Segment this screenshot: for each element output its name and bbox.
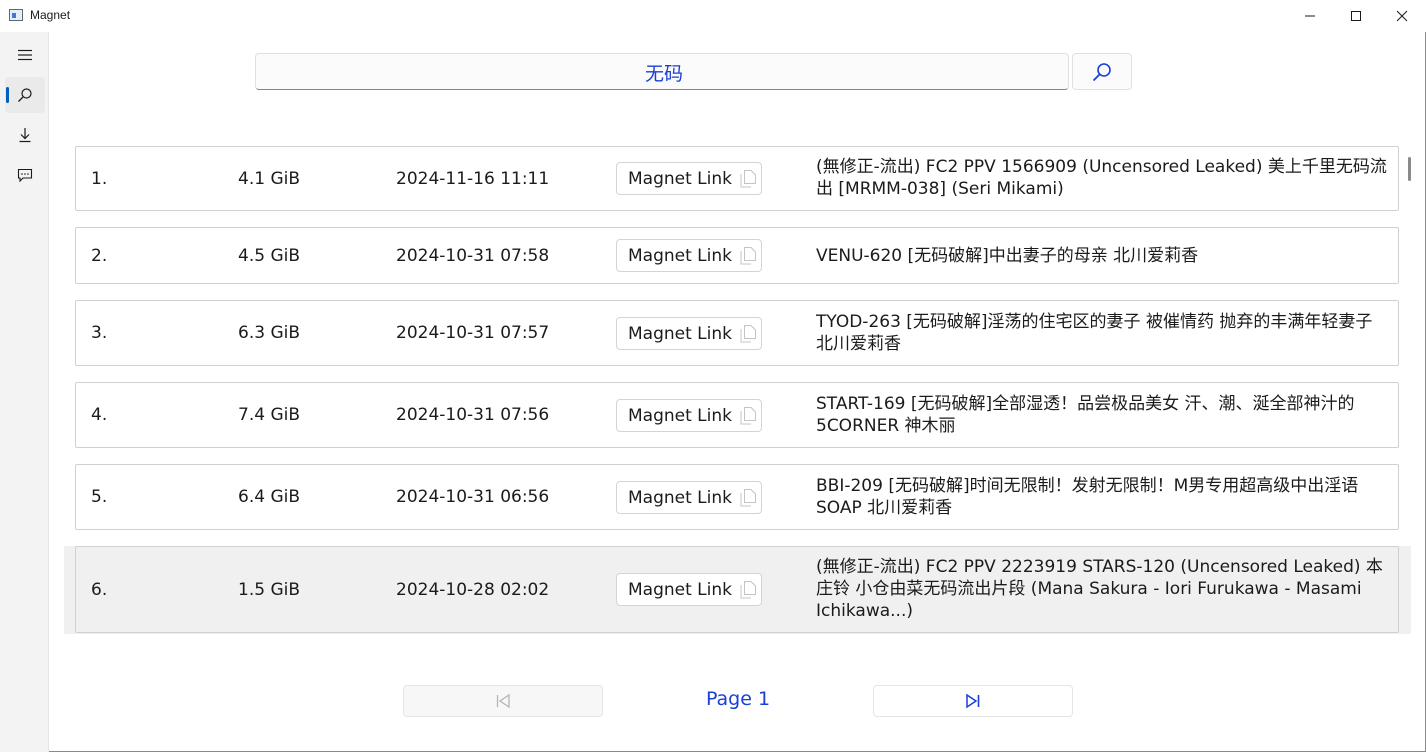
- minimize-button[interactable]: [1287, 0, 1333, 32]
- download-icon: [19, 128, 31, 143]
- result-row[interactable]: 3. 6.3 GiB 2024-10-31 07:57 Magnet Link …: [75, 300, 1399, 366]
- result-size: 1.5 GiB: [238, 580, 300, 600]
- page-indicator: Page 1: [705, 688, 771, 710]
- result-row[interactable]: 5. 6.4 GiB 2024-10-31 06:56 Magnet Link …: [75, 464, 1399, 530]
- first-page-button[interactable]: [403, 685, 603, 717]
- magnet-link-label: Magnet Link: [628, 168, 732, 189]
- menu-toggle-button[interactable]: [5, 37, 45, 73]
- result-title: TYOD-263 [无码破解]淫荡的住宅区的妻子 被催情药 抛弃的丰满年轻妻子 …: [816, 312, 1373, 354]
- navigation-rail: [0, 32, 49, 752]
- result-size: 7.4 GiB: [238, 405, 300, 425]
- next-page-button[interactable]: [873, 685, 1073, 717]
- magnet-link-label: Magnet Link: [628, 323, 732, 344]
- result-date: 2024-10-28 02:02: [396, 580, 550, 600]
- result-date: 2024-10-31 07:56: [396, 405, 550, 425]
- list-scrollbar[interactable]: [1408, 157, 1411, 181]
- nav-item-downloads[interactable]: [5, 117, 45, 153]
- magnet-link-label: Magnet Link: [628, 405, 732, 426]
- close-icon: [1396, 10, 1408, 22]
- result-row[interactable]: 6. 1.5 GiB 2024-10-28 02:02 Magnet Link …: [75, 546, 1399, 633]
- window-frame: [0, 0, 1426, 752]
- magnet-link-button[interactable]: Magnet Link: [616, 239, 762, 272]
- magnet-link-button[interactable]: Magnet Link: [616, 399, 762, 432]
- app-icon: [9, 9, 23, 21]
- result-index: 5.: [91, 487, 108, 507]
- search-button[interactable]: [1072, 53, 1132, 90]
- result-row[interactable]: 2. 4.5 GiB 2024-10-31 07:58 Magnet Link …: [75, 227, 1399, 284]
- copy-icon: [740, 407, 756, 425]
- result-size: 6.4 GiB: [238, 487, 300, 507]
- result-title: VENU-620 [无码破解]中出妻子的母亲 北川爱莉香: [816, 246, 1199, 266]
- search-icon: [18, 88, 32, 102]
- result-index: 1.: [91, 169, 108, 189]
- result-title: (無修正-流出) FC2 PPV 1566909 (Uncensored Lea…: [816, 157, 1387, 199]
- result-row[interactable]: 4. 7.4 GiB 2024-10-31 07:56 Magnet Link …: [75, 382, 1399, 448]
- feedback-icon: [17, 168, 33, 183]
- magnet-link-label: Magnet Link: [628, 245, 732, 266]
- magnet-link-button[interactable]: Magnet Link: [616, 481, 762, 514]
- copy-icon: [740, 489, 756, 507]
- copy-icon: [740, 170, 756, 188]
- search-icon: [1092, 62, 1111, 81]
- result-index: 4.: [91, 405, 108, 425]
- result-date: 2024-10-31 07:58: [396, 246, 550, 266]
- result-title: START-169 [无码破解]全部湿透！品尝极品美女 汗、潮、涎全部神汁的5C…: [816, 394, 1355, 436]
- title-bar: Magnet: [0, 0, 1426, 32]
- hamburger-menu-icon: [18, 49, 32, 61]
- magnet-link-label: Magnet Link: [628, 579, 732, 600]
- copy-icon: [740, 247, 756, 265]
- copy-icon: [740, 581, 756, 599]
- result-index: 3.: [91, 323, 108, 343]
- result-title: (無修正-流出) FC2 PPV 2223919 STARS-120 (Unce…: [816, 557, 1383, 621]
- result-row[interactable]: 1. 4.1 GiB 2024-11-16 11:11 Magnet Link …: [75, 146, 1399, 211]
- window-title: Magnet: [30, 8, 71, 22]
- result-date: 2024-10-31 06:56: [396, 487, 550, 507]
- result-date: 2024-10-31 07:57: [396, 323, 550, 343]
- result-size: 4.1 GiB: [238, 169, 300, 189]
- search-box: [255, 53, 1072, 91]
- active-nav-indicator: [6, 87, 9, 103]
- magnet-link-button[interactable]: Magnet Link: [616, 573, 762, 606]
- nav-item-feedback[interactable]: [5, 157, 45, 193]
- magnet-link-button[interactable]: Magnet Link: [616, 317, 762, 350]
- maximize-button[interactable]: [1333, 0, 1379, 32]
- result-index: 2.: [91, 246, 108, 266]
- nav-item-search[interactable]: [5, 77, 45, 113]
- skip-back-icon: [496, 693, 510, 709]
- search-input[interactable]: [256, 54, 1072, 91]
- result-size: 4.5 GiB: [238, 246, 300, 266]
- magnet-link-button[interactable]: Magnet Link: [616, 162, 762, 195]
- result-title: BBI-209 [无码破解]时间无限制！发射无限制！M男专用超高级中出淫语SOA…: [816, 476, 1359, 518]
- result-size: 6.3 GiB: [238, 323, 300, 343]
- copy-icon: [740, 325, 756, 343]
- magnet-link-label: Magnet Link: [628, 487, 732, 508]
- maximize-icon: [1351, 11, 1361, 21]
- skip-forward-icon: [966, 693, 980, 709]
- minimize-icon: [1305, 15, 1315, 17]
- result-date: 2024-11-16 11:11: [396, 169, 550, 189]
- result-index: 6.: [91, 580, 108, 600]
- close-button[interactable]: [1379, 0, 1425, 32]
